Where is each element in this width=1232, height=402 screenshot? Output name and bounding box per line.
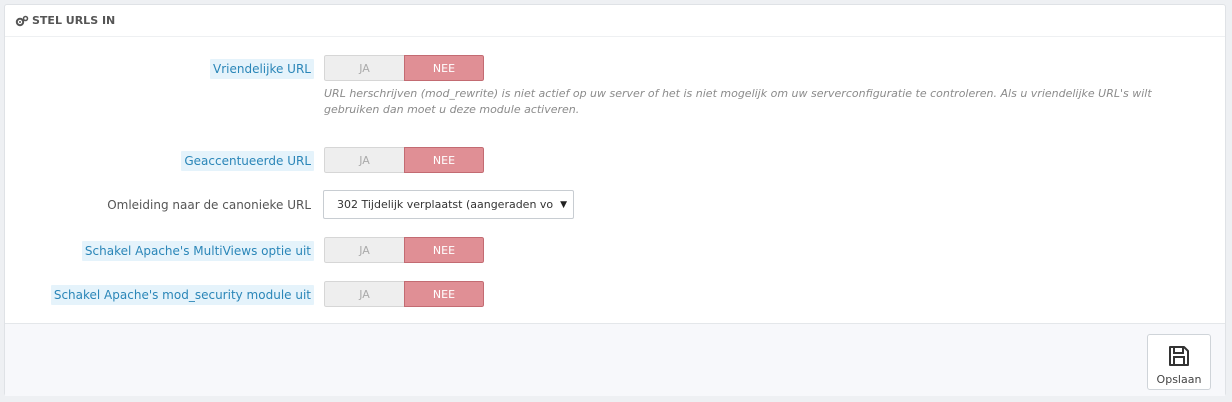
friendly-url-no-option[interactable]: NEE	[404, 55, 484, 81]
friendly-url-yes-option[interactable]: JA	[324, 55, 404, 81]
friendly-url-help-text: URL herschrijven (mod_rewrite) is niet a…	[324, 87, 1152, 116]
caret-down-icon: ▼	[560, 200, 567, 210]
panel-footer: Opslaan	[5, 323, 1225, 396]
mod-security-switch[interactable]: JA NEE	[324, 281, 484, 307]
canonical-redirect-label: Omleiding naar de canonieke URL	[107, 198, 311, 212]
settings-panel: STEL URLS IN Vriendelijke URL JA NEE URL…	[4, 4, 1226, 396]
save-button[interactable]: Opslaan	[1147, 334, 1211, 390]
mod-security-label[interactable]: Schakel Apache's mod_security module uit	[50, 285, 314, 305]
multiviews-no-option[interactable]: NEE	[404, 237, 484, 263]
friendly-url-label[interactable]: Vriendelijke URL	[210, 59, 314, 79]
canonical-redirect-value: 302 Tijdelijk verplaatst (aangeraden vo	[337, 198, 554, 211]
cogs-icon	[15, 15, 29, 26]
accented-url-switch[interactable]: JA NEE	[324, 147, 484, 173]
multiviews-label-wrap: Schakel Apache's MultiViews optie uit	[5, 241, 314, 261]
friendly-url-label-wrap: Vriendelijke URL	[5, 59, 314, 79]
canonical-redirect-label-wrap: Omleiding naar de canonieke URL	[5, 195, 314, 215]
accented-url-no-option[interactable]: NEE	[404, 147, 484, 173]
mod-security-no-option[interactable]: NEE	[404, 281, 484, 307]
multiviews-switch[interactable]: JA NEE	[324, 237, 484, 263]
floppy-disk-icon	[1169, 346, 1189, 366]
canonical-redirect-select[interactable]: 302 Tijdelijk verplaatst (aangeraden vo …	[323, 190, 574, 219]
accented-url-yes-option[interactable]: JA	[324, 147, 404, 173]
accented-url-label-wrap: Geaccentueerde URL	[5, 151, 314, 171]
accented-url-label[interactable]: Geaccentueerde URL	[181, 151, 314, 171]
mod-security-label-wrap: Schakel Apache's mod_security module uit	[5, 285, 314, 305]
multiviews-yes-option[interactable]: JA	[324, 237, 404, 263]
friendly-url-switch[interactable]: JA NEE	[324, 55, 484, 81]
save-button-label: Opslaan	[1156, 373, 1202, 386]
panel-title: STEL URLS IN	[32, 14, 116, 27]
multiviews-label[interactable]: Schakel Apache's MultiViews optie uit	[81, 241, 314, 261]
panel-heading: STEL URLS IN	[5, 5, 1225, 37]
mod-security-yes-option[interactable]: JA	[324, 281, 404, 307]
